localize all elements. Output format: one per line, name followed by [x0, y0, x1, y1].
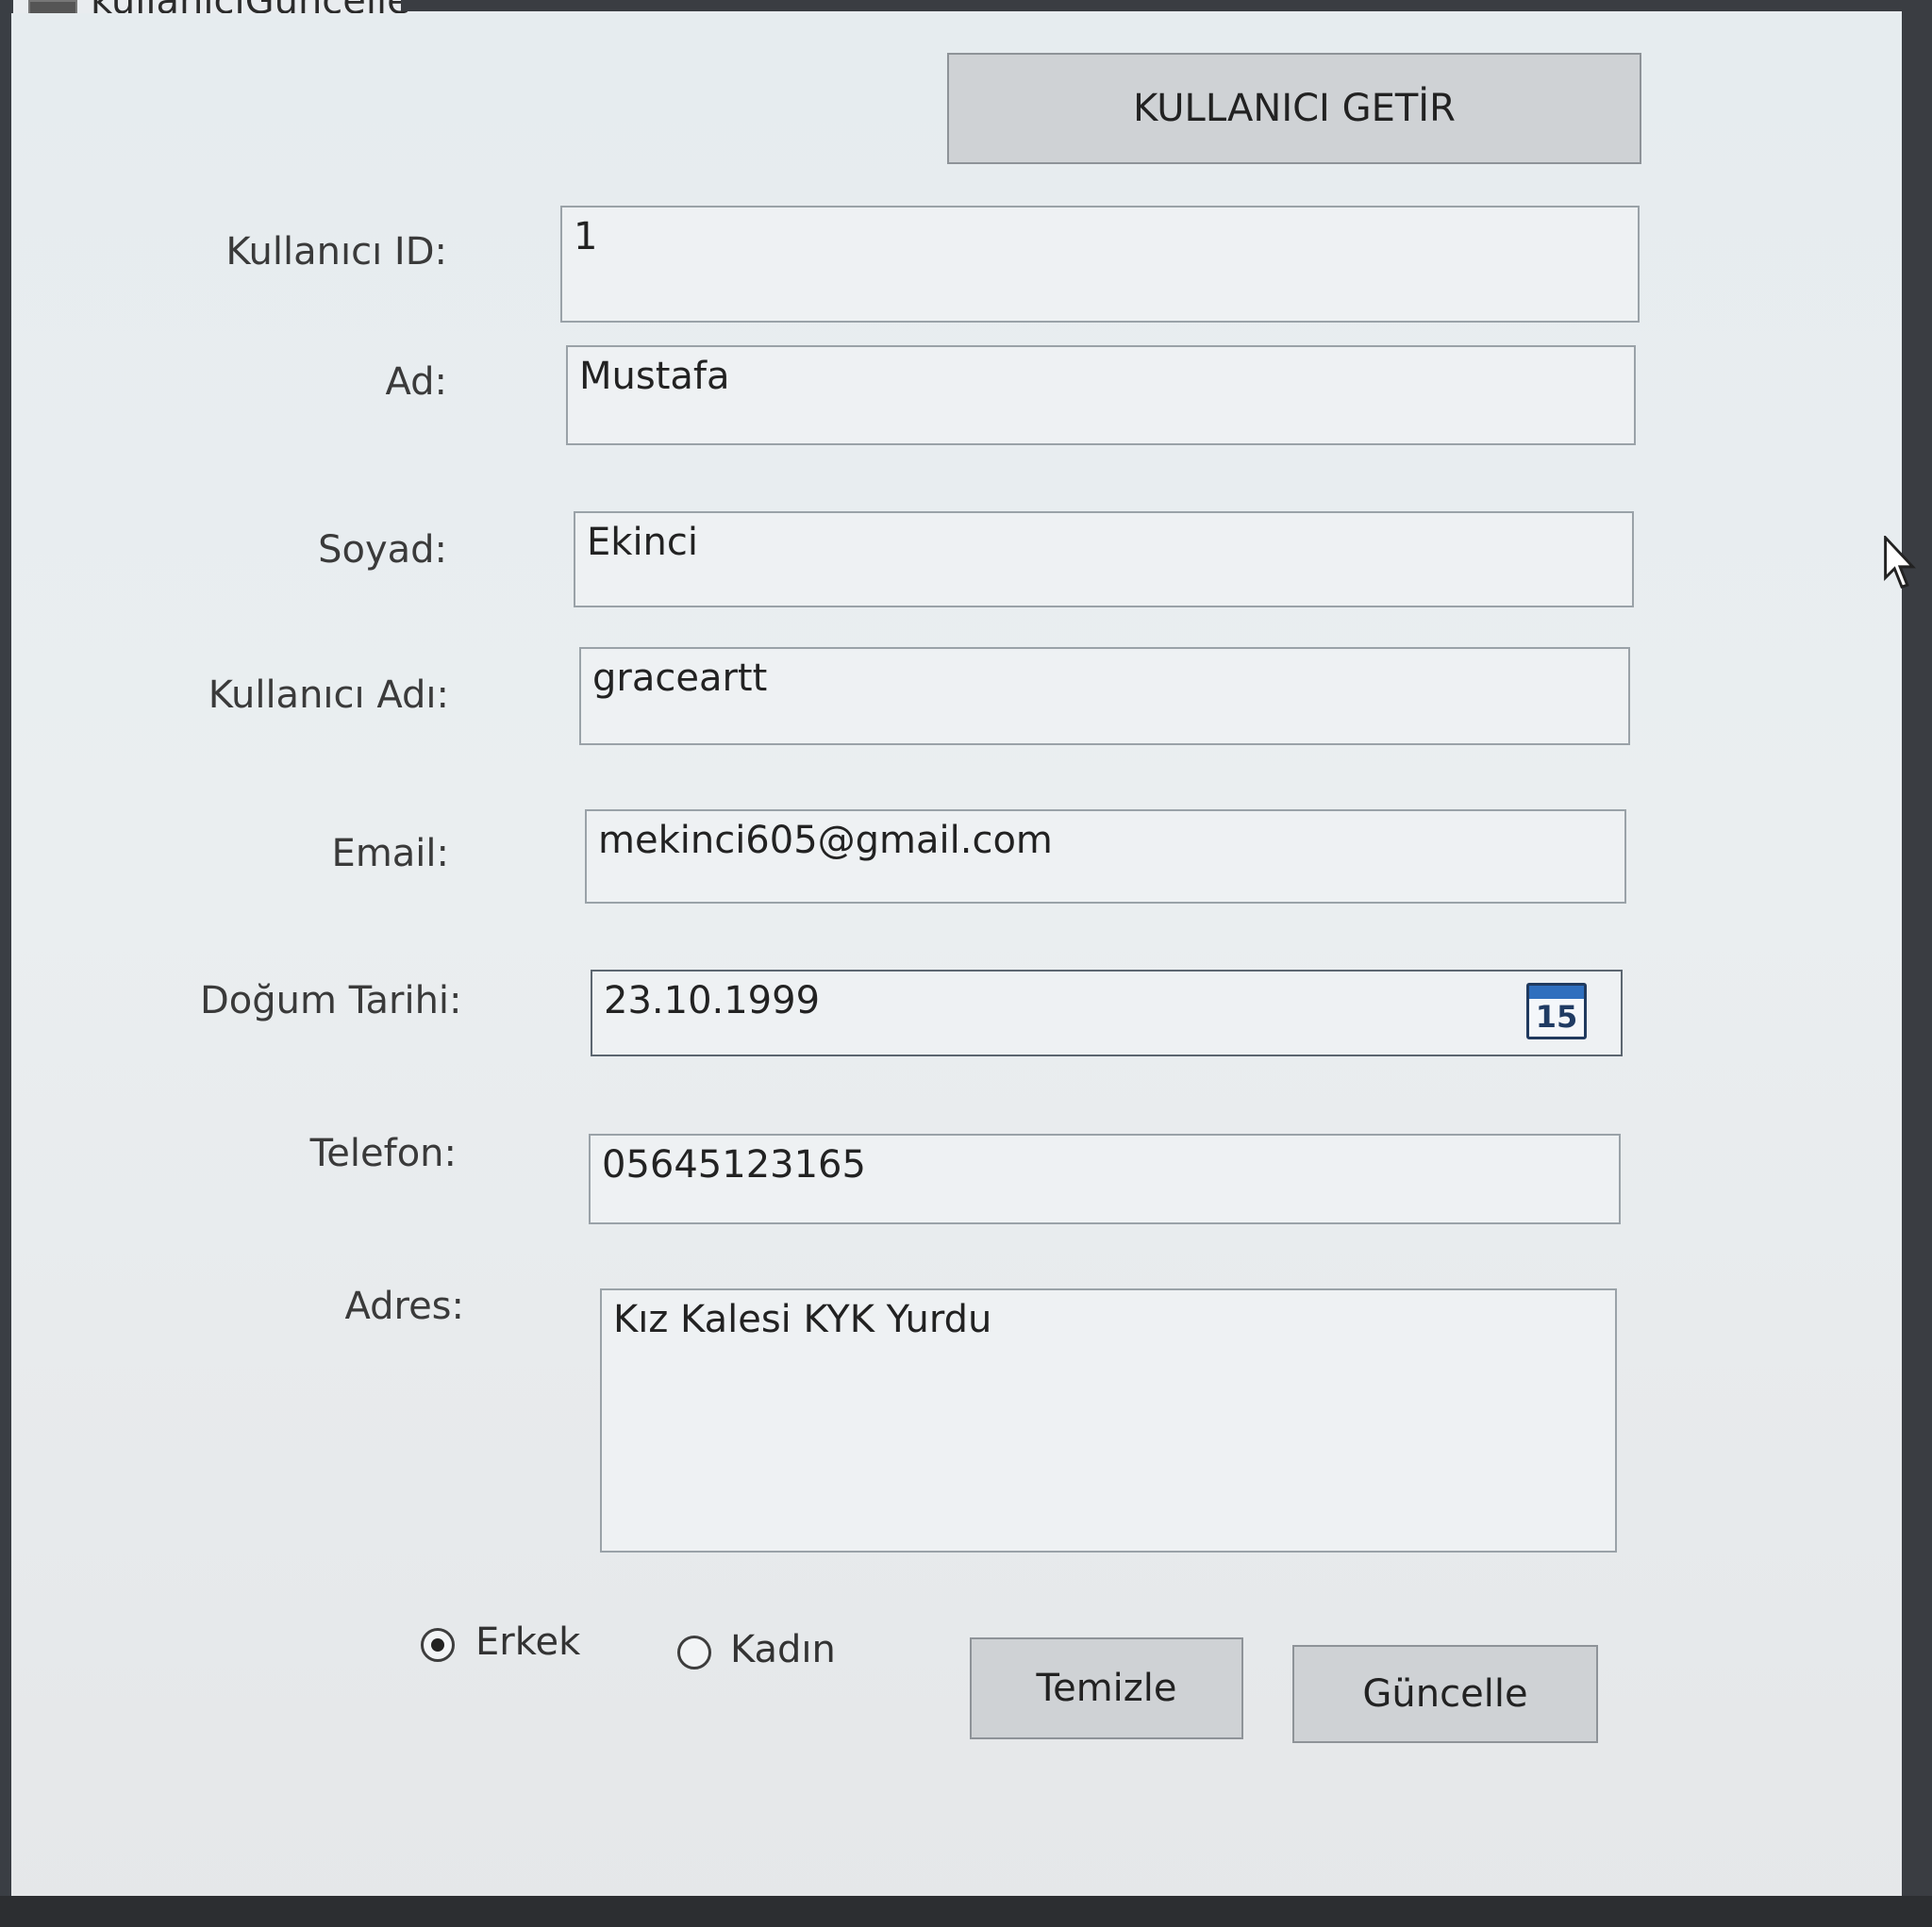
gender-male-label[interactable]: Erkek [475, 1620, 580, 1664]
update-button[interactable]: Güncelle [1292, 1645, 1598, 1743]
last-name-input[interactable]: Ekinci [574, 511, 1634, 607]
user-id-input[interactable]: 1 [560, 206, 1640, 323]
calendar-icon[interactable]: 15 [1526, 983, 1587, 1039]
username-input[interactable]: graceartt [579, 647, 1630, 745]
user-update-form: KULLANICI GETİR Kullanıcı ID: 1 Ad: Must… [11, 13, 1902, 1927]
last-name-label: Soyad: [318, 528, 447, 572]
gender-female-label[interactable]: Kadın [730, 1628, 836, 1671]
email-label: Email: [331, 832, 449, 875]
clear-button[interactable]: Temizle [970, 1637, 1243, 1739]
get-user-button[interactable]: KULLANICI GETİR [947, 53, 1641, 164]
first-name-input[interactable]: Mustafa [566, 345, 1636, 445]
address-label: Adres: [344, 1285, 464, 1328]
radio-selected-dot [431, 1638, 444, 1652]
window-right-frame [1902, 0, 1932, 1927]
email-input[interactable]: mekinci605@gmail.com [585, 809, 1626, 904]
window-bottom-edge [0, 1896, 1932, 1927]
first-name-label: Ad: [385, 360, 447, 404]
username-label: Kullanıcı Adı: [208, 673, 449, 717]
phone-input[interactable]: 05645123165 [589, 1134, 1621, 1224]
birth-date-value: 23.10.1999 [604, 979, 821, 1022]
gender-male-radio[interactable] [421, 1628, 455, 1662]
gender-female-radio[interactable] [677, 1636, 711, 1670]
titlebar-toolbar-strip [401, 0, 1932, 11]
birth-date-label: Doğum Tarihi: [200, 979, 462, 1022]
address-textarea[interactable]: Kız Kalesi KYK Yurdu [600, 1288, 1617, 1553]
birth-date-picker[interactable]: 23.10.1999 [591, 970, 1623, 1056]
calendar-icon-number: 15 [1535, 999, 1578, 1035]
user-id-label: Kullanıcı ID: [225, 230, 447, 274]
mouse-pointer-icon [1884, 536, 1916, 589]
phone-label: Telefon: [309, 1132, 457, 1175]
